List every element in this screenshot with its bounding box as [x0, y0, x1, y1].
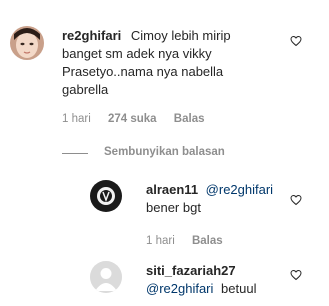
- comment-reply-button[interactable]: Balas: [174, 113, 205, 125]
- avatar-re2ghifari[interactable]: [10, 26, 44, 60]
- reply-2-text-line: @re2ghifari betuul: [146, 280, 256, 298]
- reply-2-username-line: siti_fazariah27: [146, 262, 236, 280]
- reply-1-username[interactable]: alraen11: [146, 182, 198, 197]
- comment-text-line-2: banget sm adek nya vikky: [62, 46, 212, 61]
- comment-username[interactable]: re2ghifari: [62, 28, 121, 43]
- reply-1-text-line-1: alraen11 @re2ghifari: [146, 181, 273, 199]
- comment-text-line-3: Prasetyo..nama nya nabella: [62, 64, 224, 79]
- avatar-image: [10, 26, 44, 60]
- hide-replies-button[interactable]: Sembunyikan balasan: [104, 146, 225, 158]
- reply-1-mention[interactable]: @re2ghifari: [206, 182, 273, 197]
- comment-likes[interactable]: 274 suka: [108, 113, 157, 125]
- hide-replies-line: [62, 153, 88, 154]
- avatar-siti-fazariah27[interactable]: [90, 261, 122, 293]
- comment-text: re2ghifari Cimoy lebih mirip: [62, 27, 231, 45]
- heart-outline-icon[interactable]: [290, 194, 302, 206]
- heart-outline-icon[interactable]: [290, 269, 302, 281]
- reply-2-text: betuul: [221, 281, 257, 296]
- avatar-image: [90, 180, 122, 212]
- avatar-alraen11[interactable]: [90, 180, 122, 212]
- reply-1-text: bener bgt: [146, 200, 201, 215]
- default-avatar-icon: [90, 261, 122, 293]
- comment-time[interactable]: 1 hari: [62, 113, 91, 125]
- reply-2-username[interactable]: siti_fazariah27: [146, 263, 236, 278]
- reply-1-meta: 1 hari Balas: [146, 235, 237, 247]
- comment-meta: 1 hari 274 suka Balas: [62, 113, 218, 125]
- reply-2-mention[interactable]: @re2ghifari: [146, 281, 213, 296]
- reply-1-time[interactable]: 1 hari: [146, 235, 175, 247]
- heart-outline-icon[interactable]: [290, 35, 302, 47]
- comment-text-line-1: Cimoy lebih mirip: [130, 28, 231, 43]
- comment-thread: re2ghifari Cimoy lebih mirip banget sm a…: [0, 0, 329, 306]
- comment-text-line-4: gabrella: [62, 82, 109, 97]
- reply-1-reply-button[interactable]: Balas: [192, 235, 223, 247]
